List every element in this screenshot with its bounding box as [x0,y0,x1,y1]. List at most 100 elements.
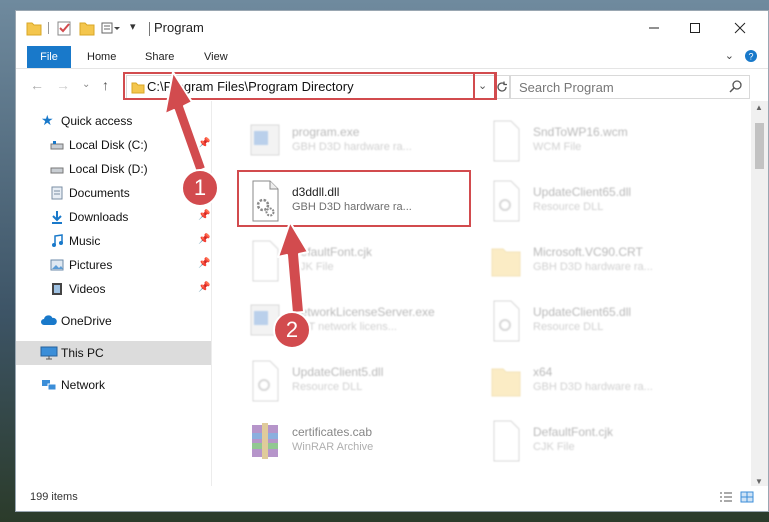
search-input[interactable]: Search Program [510,75,750,99]
tab-view[interactable]: View [204,47,228,67]
forward-arrow-icon[interactable]: → [56,77,70,93]
dll-icon [252,360,279,402]
exe-icon [250,124,280,156]
file-list: program.exe GBH D3D hardware ra... SndTo… [212,101,752,488]
file-description: CJK File [292,261,334,273]
refresh-icon[interactable] [495,80,509,94]
details-view-icon[interactable] [719,491,733,503]
sidebar-item-videos[interactable]: Videos 📌 [16,277,211,301]
file-item[interactable]: program.exe GBH D3D hardware ra... [236,115,486,167]
sidebar-item-local-disk-c[interactable]: Local Disk (C:) 📌 [16,133,211,157]
file-description: WinRAR Archive [292,441,374,453]
cloud-icon [41,315,57,325]
archive-icon [252,423,278,459]
file-icon [493,420,520,462]
drive-icon [50,167,64,174]
file-item[interactable]: Microsoft.VC90.CRT GBH D3D hardware ra..… [477,235,727,287]
sidebar-item-label: Music [69,234,101,248]
file-item[interactable]: UpdateClient5.dll Resource DLL [236,355,486,407]
search-icon [729,80,742,93]
status-bar: 199 items [16,486,768,511]
scrollbar-thumb[interactable] [755,123,764,169]
file-name: SndToWP16.wcm [533,125,628,139]
sidebar-item-label: Documents [69,186,130,200]
tab-home[interactable]: Home [87,47,116,67]
scroll-up-icon[interactable]: ▲ [755,103,763,112]
sidebar-item-label: OneDrive [61,314,112,328]
navigation-pane: ★ Quick access Local Disk (C:) 📌 Local D… [16,101,211,488]
sidebar-item-music[interactable]: Music 📌 [16,229,211,253]
documents-icon [51,186,63,200]
dll-icon [493,300,520,342]
file-description: Resource DLL [533,321,604,333]
recent-locations-icon[interactable]: ⌄ [82,79,90,90]
star-icon: ★ [41,112,54,128]
pictures-icon [50,259,64,271]
sidebar-item-this-pc[interactable]: This PC [16,341,211,365]
navigation-bar: ← → ⌄ ↑ ⌄ C:\Program Files\Program Direc… [16,68,768,102]
file-item[interactable]: SndToWP16.wcm WCM File [477,115,727,167]
file-name: program.exe [292,125,360,139]
sidebar-item-local-disk-d[interactable]: Local Disk (D:) [16,157,211,181]
file-description: CJK File [533,441,575,453]
pin-icon: 📌 [198,234,211,245]
file-description: Resource DLL [292,381,363,393]
svg-text:?: ? [748,52,753,62]
drive-icon [50,141,64,150]
close-icon [734,22,746,33]
title-bar: ▾ Program [16,11,768,44]
chevron-down-icon[interactable]: ▾ [130,20,136,38]
explorer-window: ▾ Program File Home Share View ⌄ ? ← → ⌄… [15,10,769,512]
tab-share[interactable]: Share [145,47,174,67]
sidebar-item-onedrive[interactable]: OneDrive [16,309,211,333]
file-name: x64 [533,365,553,379]
vertical-scrollbar[interactable]: ▲ ▼ [751,101,768,488]
title-separator [149,22,150,36]
maximize-icon [690,22,700,33]
new-folder-icon[interactable] [79,19,95,37]
close-button[interactable] [717,11,763,44]
address-highlight [123,72,496,100]
file-item[interactable]: DefaultFont.cjk CJK File [236,235,486,287]
file-description: Resource DLL [533,201,604,213]
sidebar-item-quick-access[interactable]: ★ Quick access [16,109,211,133]
sidebar-item-network[interactable]: Network [16,373,211,397]
sidebar-item-label: Network [61,378,106,392]
sidebar-item-label: This PC [61,346,104,360]
file-item[interactable]: UpdateClient65.dll Resource DLL [477,295,727,347]
file-name: UpdateClient65.dll [533,185,632,199]
back-arrow-icon[interactable]: ← [30,77,44,93]
file-item[interactable]: NetworkLicenseServer.exe GNT network lic… [236,295,486,347]
sidebar-item-label: Local Disk (C:) [69,138,148,152]
tiles-view-icon[interactable] [740,491,754,503]
dll-icon [493,180,520,222]
tab-file[interactable]: File [27,46,71,68]
customize-qa-icon[interactable] [101,19,121,37]
computer-icon [40,346,58,360]
minimize-button[interactable] [631,11,677,44]
properties-icon[interactable] [56,19,72,37]
file-item[interactable]: certificates.cab WinRAR Archive [236,415,486,467]
scroll-down-icon[interactable]: ▼ [755,477,763,486]
file-icon [493,120,520,162]
sidebar-item-downloads[interactable]: Downloads 📌 [16,205,211,229]
pin-icon: 📌 [198,282,211,293]
up-arrow-icon[interactable]: ↑ [102,77,109,93]
file-name: certificates.cab [292,425,373,439]
pin-icon: 📌 [198,210,211,221]
videos-icon [52,283,62,295]
pin-icon: 📌 [198,138,211,149]
file-item[interactable]: DefaultFont.cjk CJK File [477,415,727,467]
file-item[interactable]: UpdateClient65.dll Resource DLL [477,175,727,227]
ribbon: File Home Share View ⌄ ? [16,44,768,68]
refresh-highlight [473,72,497,100]
sidebar-item-label: Videos [69,282,106,296]
file-item[interactable]: x64 GBH D3D hardware ra... [477,355,727,407]
file-name: DefaultFont.cjk [292,245,373,259]
maximize-button[interactable] [672,11,718,44]
sidebar-item-label: Local Disk (D:) [69,162,148,176]
expand-ribbon-icon[interactable]: ⌄ [725,49,734,62]
help-icon[interactable]: ? [744,49,758,63]
sidebar-item-pictures[interactable]: Pictures 📌 [16,253,211,277]
file-description: GBH D3D hardware ra... [533,261,653,273]
